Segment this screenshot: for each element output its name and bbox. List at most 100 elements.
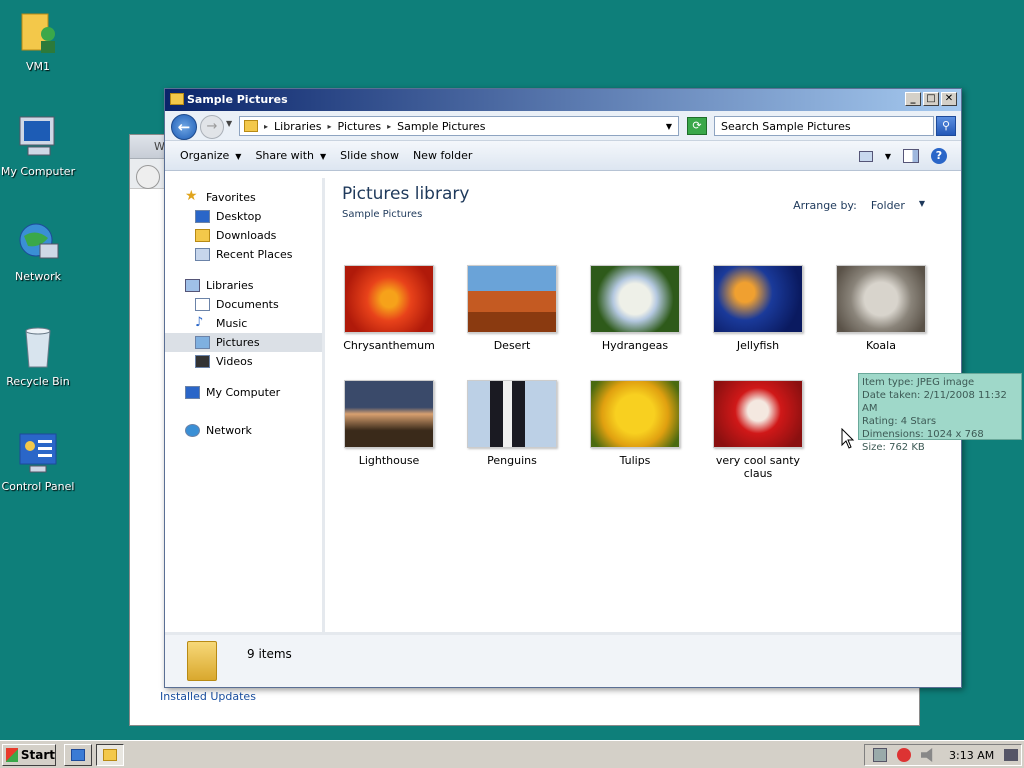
chevron-down-icon: ▼ — [235, 152, 242, 161]
file-item-desert[interactable]: Desert — [457, 265, 567, 352]
breadcrumb-libraries[interactable]: Libraries — [274, 120, 322, 133]
address-dropdown-icon[interactable]: ▼ — [666, 122, 672, 131]
desktop-icon-network[interactable]: Network — [0, 218, 76, 283]
desktop-icon-recycle-bin[interactable]: Recycle Bin — [0, 323, 76, 388]
desktop-icon-vm1[interactable]: VM1 — [0, 8, 76, 73]
back-button[interactable]: ← — [171, 114, 197, 140]
desktop-icon — [195, 210, 210, 223]
nav-item-videos[interactable]: Videos — [165, 352, 322, 371]
tooltip-type: Item type: JPEG image — [862, 377, 975, 388]
nav-item-documents[interactable]: Documents — [165, 295, 322, 314]
nav-label: Recent Places — [216, 248, 293, 261]
address-bar[interactable]: ▸ Libraries ▸ Pictures ▸ Sample Pictures… — [239, 116, 679, 136]
window-icon — [71, 748, 85, 761]
window-titlebar[interactable]: Sample Pictures _ □ ✕ — [165, 89, 961, 111]
show-desktop-icon[interactable] — [1004, 749, 1019, 761]
nav-item-recent-places[interactable]: Recent Places — [165, 245, 322, 264]
nav-item-music[interactable]: ♪ Music — [165, 314, 322, 333]
background-back-button[interactable] — [136, 165, 160, 189]
forward-button[interactable]: → — [200, 115, 224, 139]
arrange-by-value[interactable]: Folder — [871, 199, 905, 212]
folder-icon — [170, 93, 184, 105]
nav-label: Favorites — [206, 191, 256, 204]
item-tooltip: Item type: JPEG image Date taken: 2/11/2… — [858, 373, 1022, 453]
navigation-pane: ★ Favorites Desktop Downloads Recent Plac… — [165, 178, 325, 632]
nav-item-network[interactable]: Network — [165, 421, 322, 440]
search-icon[interactable]: ⚲ — [936, 116, 956, 136]
desktop-icon-label: VM1 — [25, 60, 50, 73]
installed-updates-link[interactable]: Installed Updates — [160, 690, 256, 703]
desktop-icon-my-computer[interactable]: My Computer — [0, 113, 76, 178]
file-name: Desert — [493, 339, 531, 352]
network-status-icon[interactable] — [873, 748, 887, 762]
taskbar-item-explorer[interactable] — [96, 743, 124, 766]
nav-item-downloads[interactable]: Downloads — [165, 226, 322, 245]
nav-item-pictures[interactable]: Pictures — [165, 333, 322, 352]
file-item-hydrangeas[interactable]: Hydrangeas — [580, 265, 690, 352]
file-item-tulips[interactable]: Tulips — [580, 380, 690, 467]
nav-label: My Computer — [206, 386, 281, 399]
recent-pages-dropdown[interactable]: ▼ — [226, 119, 232, 128]
change-view-icon[interactable] — [858, 150, 873, 162]
new-folder-button[interactable]: New folder — [406, 149, 479, 162]
computer-icon — [14, 113, 62, 161]
nav-item-my-computer[interactable]: My Computer — [165, 383, 322, 402]
organize-button[interactable]: Organize ▼ — [173, 149, 248, 162]
file-item-lighthouse[interactable]: Lighthouse — [334, 380, 444, 467]
library-subtitle: Sample Pictures — [342, 209, 423, 220]
documents-icon — [195, 298, 210, 311]
maximize-button[interactable]: □ — [923, 92, 939, 106]
volume-icon[interactable] — [921, 748, 933, 762]
file-item-koala[interactable]: Koala — [826, 265, 936, 352]
view-options-dropdown-icon[interactable]: ▼ — [885, 152, 891, 161]
start-button[interactable]: Start — [2, 743, 56, 766]
chevron-right-icon[interactable]: ▸ — [328, 122, 332, 131]
minimize-button[interactable]: _ — [905, 92, 921, 106]
nav-item-favorites[interactable]: ★ Favorites — [165, 188, 322, 207]
chevron-down-icon[interactable]: ▼ — [919, 199, 925, 212]
file-item-jellyfish[interactable]: Jellyfish — [703, 265, 813, 352]
arrange-by-label: Arrange by: — [793, 199, 857, 212]
share-with-button[interactable]: Share with ▼ — [248, 149, 333, 162]
refresh-button[interactable]: ⟳ — [687, 117, 707, 135]
taskbar-item-window[interactable] — [64, 743, 92, 766]
penguins-thumbnail — [467, 380, 557, 448]
tooltip-dimensions: Dimensions: 1024 x 768 — [862, 429, 984, 440]
clock[interactable]: 3:13 AM — [949, 749, 994, 762]
chevron-down-icon: ▼ — [320, 152, 327, 161]
breadcrumb-sample-pictures[interactable]: Sample Pictures — [397, 120, 485, 133]
slide-show-button[interactable]: Slide show — [333, 149, 406, 162]
file-name: Chrysanthemum — [343, 339, 435, 352]
security-alert-icon[interactable] — [897, 748, 911, 762]
file-name: Koala — [866, 339, 896, 352]
preview-pane-icon[interactable] — [903, 149, 919, 163]
music-note-icon: ♪ — [195, 315, 204, 330]
nav-label: Videos — [216, 355, 253, 368]
control-panel-icon — [14, 428, 62, 476]
desktop-icon-label: My Computer — [0, 165, 76, 178]
desktop-icon-control-panel[interactable]: Control Panel — [0, 428, 76, 493]
tulips-thumbnail — [590, 380, 680, 448]
explorer-window[interactable]: Sample Pictures _ □ ✕ ← → ▼ ▸ Libraries … — [164, 88, 962, 688]
file-item-penguins[interactable]: Penguins — [457, 380, 567, 467]
chevron-right-icon[interactable]: ▸ — [264, 122, 268, 131]
search-input[interactable]: Search Sample Pictures — [714, 116, 934, 136]
nav-label: Network — [206, 424, 252, 437]
file-item-chrysanthemum[interactable]: Chrysanthemum — [334, 265, 444, 352]
arrange-by-control[interactable]: Arrange by: Folder ▼ — [793, 199, 925, 212]
breadcrumb-pictures[interactable]: Pictures — [338, 120, 382, 133]
downloads-folder-icon — [195, 229, 210, 242]
close-button[interactable]: ✕ — [941, 92, 957, 106]
details-pane: 9 items — [165, 632, 961, 687]
pictures-icon — [195, 336, 210, 349]
computer-icon — [185, 386, 200, 399]
nav-item-desktop[interactable]: Desktop — [165, 207, 322, 226]
file-item-very-cool-santy-claus[interactable]: very cool santy claus — [703, 380, 813, 480]
nav-item-libraries[interactable]: Libraries — [165, 276, 322, 295]
window-title: Sample Pictures — [187, 93, 288, 106]
help-icon[interactable]: ? — [931, 148, 947, 164]
system-tray: 3:13 AM — [864, 744, 1022, 766]
folder-icon — [103, 748, 117, 761]
chevron-right-icon[interactable]: ▸ — [387, 122, 391, 131]
desert-thumbnail — [467, 265, 557, 333]
